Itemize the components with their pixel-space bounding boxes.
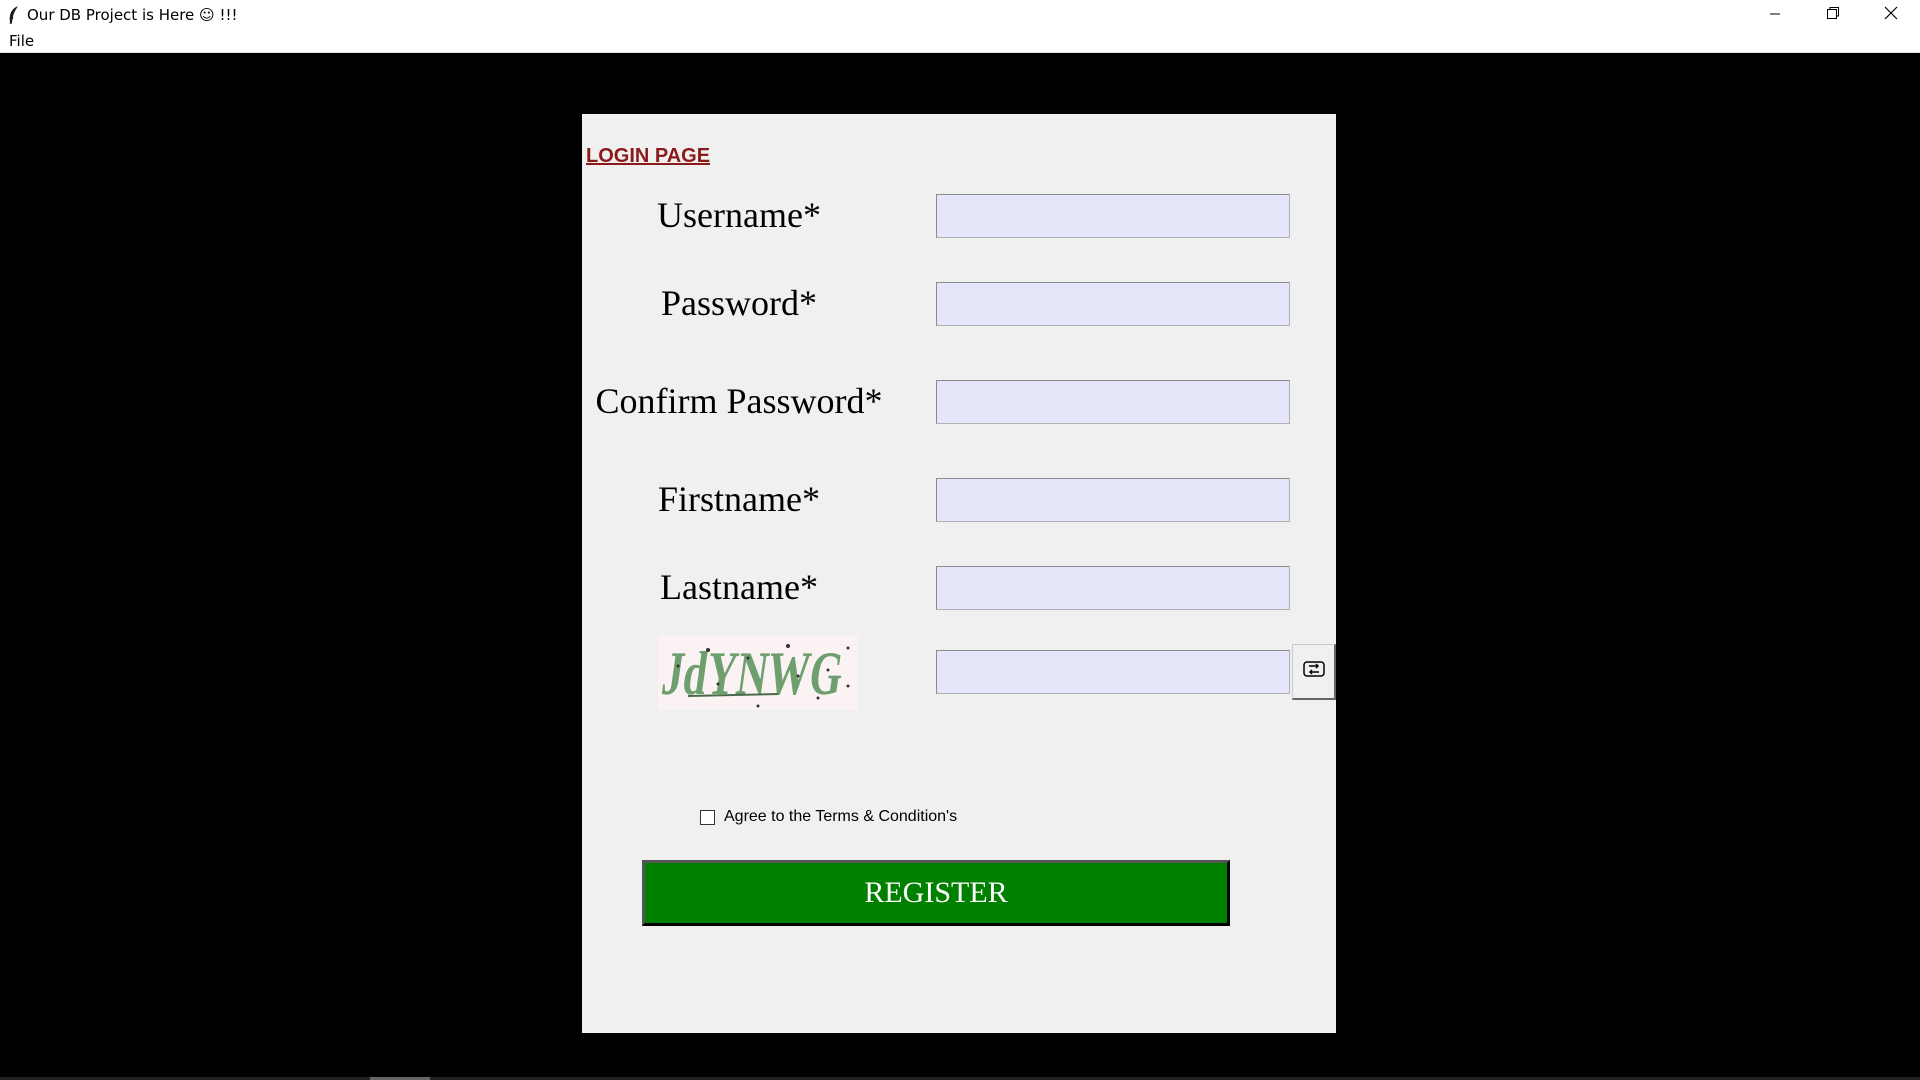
refresh-captcha-button[interactable]	[1292, 644, 1336, 700]
terms-label[interactable]: Agree to the Terms & Condition's	[724, 808, 957, 826]
password-input[interactable]	[936, 282, 1290, 326]
captcha-input[interactable]	[936, 650, 1290, 694]
close-button[interactable]	[1862, 0, 1920, 29]
lastname-label: Lastname*	[660, 567, 818, 607]
minimize-button[interactable]	[1746, 0, 1804, 29]
username-input[interactable]	[936, 194, 1290, 238]
restore-icon	[1826, 6, 1840, 23]
terms-row: Agree to the Terms & Condition's	[700, 808, 957, 826]
confirm-password-input[interactable]	[936, 380, 1290, 424]
menu-file[interactable]: File	[9, 32, 34, 50]
terms-checkbox[interactable]	[700, 809, 715, 825]
confirm-password-label: Confirm Password*	[595, 381, 883, 421]
close-icon	[1884, 6, 1898, 23]
workspace: LOGIN PAGE Username* Password* Confirm P…	[0, 54, 1920, 1080]
page-heading: LOGIN PAGE	[586, 145, 711, 167]
firstname-label: Firstname*	[658, 479, 820, 519]
username-label: Username*	[657, 195, 821, 235]
window-controls	[1746, 0, 1920, 29]
minimize-icon	[1769, 7, 1781, 23]
menu-bar: File	[0, 29, 1920, 53]
lastname-input[interactable]	[936, 566, 1290, 610]
refresh-icon	[1302, 658, 1326, 685]
captcha-image: JdYNWG	[658, 636, 858, 710]
password-label: Password*	[660, 283, 817, 323]
window-title: Our DB Project is Here ☺ !!!	[27, 5, 238, 24]
restore-button[interactable]	[1804, 0, 1862, 29]
feather-icon	[4, 5, 24, 25]
register-button[interactable]: REGISTER	[642, 860, 1230, 926]
firstname-input[interactable]	[936, 478, 1290, 522]
registration-panel: LOGIN PAGE Username* Password* Confirm P…	[582, 114, 1336, 1033]
title-bar: Our DB Project is Here ☺ !!!	[0, 0, 1920, 29]
